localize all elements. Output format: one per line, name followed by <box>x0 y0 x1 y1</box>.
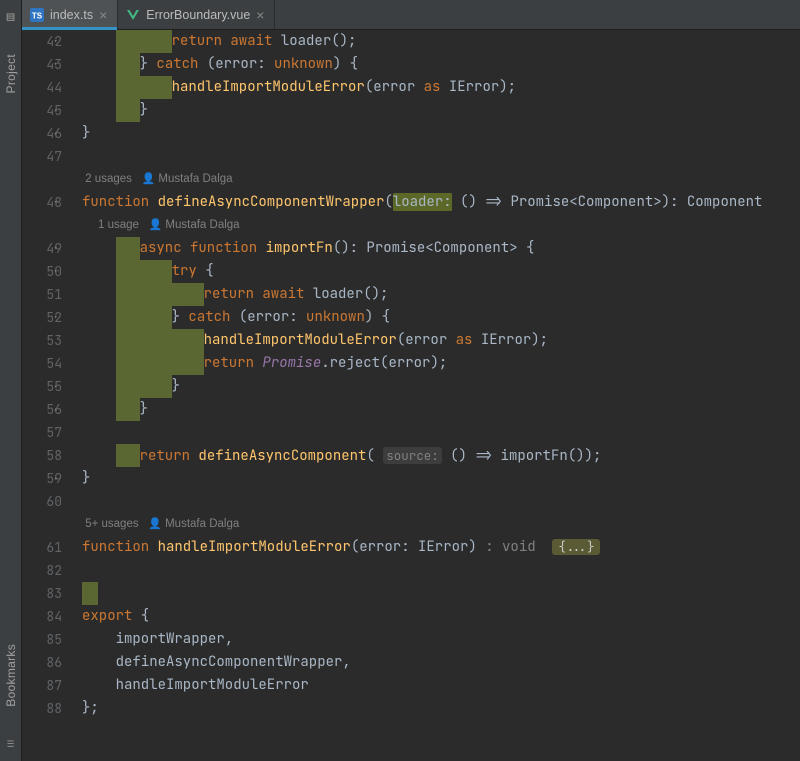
code-line[interactable]: return defineAsyncComponent( source: () … <box>82 444 800 467</box>
fold-icon[interactable]: ▴ <box>53 130 58 138</box>
fold-icon[interactable]: ▴ <box>53 107 58 115</box>
typescript-file-icon: TS <box>30 8 44 22</box>
fold-icon[interactable]: ▾ <box>53 38 58 46</box>
close-icon[interactable]: × <box>99 8 107 22</box>
code-annotations[interactable]: 5+ usages 👤 Mustafa Dalga <box>82 513 800 536</box>
fold-icon[interactable]: ▾ <box>53 268 58 276</box>
code-line[interactable]: } <box>82 467 800 490</box>
bookmarks-tool-icon[interactable]: ☰ <box>6 735 15 753</box>
fold-icon[interactable]: ▴ <box>53 475 58 483</box>
code-line[interactable]: return await loader(); <box>82 30 800 53</box>
editor-area[interactable]: 42▾ 43▾ 44 45▴ 46▴ 47 48▾ 49▾ 50▾ 51 52▾… <box>22 30 800 761</box>
close-icon[interactable]: × <box>256 8 264 22</box>
project-tool-icon[interactable]: ▤ <box>6 8 15 26</box>
code-line[interactable]: importWrapper, <box>82 628 800 651</box>
fold-icon[interactable]: ▾ <box>53 199 58 207</box>
tab-index-ts[interactable]: TS index.ts × <box>22 0 118 29</box>
author-icon: 👤 <box>141 173 155 185</box>
code-line[interactable]: async function importFn(): Promise<Compo… <box>82 237 800 260</box>
code-line[interactable]: } <box>82 122 800 145</box>
code-line[interactable]: try { <box>82 260 800 283</box>
folded-code[interactable]: {...} <box>552 539 600 555</box>
fold-icon[interactable]: ▾ <box>53 61 58 69</box>
fold-icon[interactable]: ▴ <box>53 383 58 391</box>
fold-icon[interactable]: ▾ <box>53 314 58 322</box>
code-annotations[interactable]: 1 usage 👤 Mustafa Dalga <box>82 214 800 237</box>
code-line[interactable]: }; <box>82 697 800 720</box>
fold-icon[interactable]: ▾ <box>53 245 58 253</box>
code-line[interactable] <box>82 421 800 444</box>
gutter: 42▾ 43▾ 44 45▴ 46▴ 47 48▾ 49▾ 50▾ 51 52▾… <box>22 30 80 761</box>
svg-text:TS: TS <box>32 11 43 20</box>
code-line[interactable]: } <box>82 375 800 398</box>
code-line[interactable]: defineAsyncComponentWrapper, <box>82 651 800 674</box>
code-line[interactable]: } catch (error: unknown) { <box>82 53 800 76</box>
code-line[interactable] <box>82 490 800 513</box>
vue-file-icon <box>126 8 140 22</box>
editor-tabs: TS index.ts × ErrorBoundary.vue × <box>22 0 800 30</box>
code-line[interactable]: export { <box>82 605 800 628</box>
code-line[interactable] <box>82 559 800 582</box>
author-icon: 👤 <box>148 518 162 530</box>
fold-icon[interactable]: ▴ <box>53 406 58 414</box>
tool-stripe: ▤ Project Bookmarks ☰ <box>0 0 22 761</box>
project-tool-label[interactable]: Project <box>4 54 18 93</box>
code-line[interactable]: function handleImportModuleError(error: … <box>82 536 800 559</box>
tab-label: index.ts <box>50 8 93 22</box>
code-line[interactable]: handleImportModuleError(error as IError)… <box>82 329 800 352</box>
tab-label: ErrorBoundary.vue <box>146 8 250 22</box>
code-line[interactable]: } <box>82 99 800 122</box>
code-line[interactable] <box>82 145 800 168</box>
code-line[interactable]: function defineAsyncComponentWrapper(loa… <box>82 191 800 214</box>
bookmarks-tool-label[interactable]: Bookmarks <box>4 644 18 707</box>
code-line[interactable]: } catch (error: unknown) { <box>82 306 800 329</box>
tab-errorboundary-vue[interactable]: ErrorBoundary.vue × <box>118 0 275 29</box>
code-annotations[interactable]: 2 usages 👤 Mustafa Dalga <box>82 168 800 191</box>
code-content[interactable]: return await loader(); } catch (error: u… <box>80 30 800 761</box>
author-icon: 👤 <box>149 219 163 231</box>
code-line[interactable]: return await loader(); <box>82 283 800 306</box>
code-line[interactable]: handleImportModuleError <box>82 674 800 697</box>
code-line[interactable]: } <box>82 398 800 421</box>
code-line[interactable]: handleImportModuleError(error as IError)… <box>82 76 800 99</box>
code-line[interactable] <box>82 582 800 605</box>
code-line[interactable]: return Promise.reject(error); <box>82 352 800 375</box>
